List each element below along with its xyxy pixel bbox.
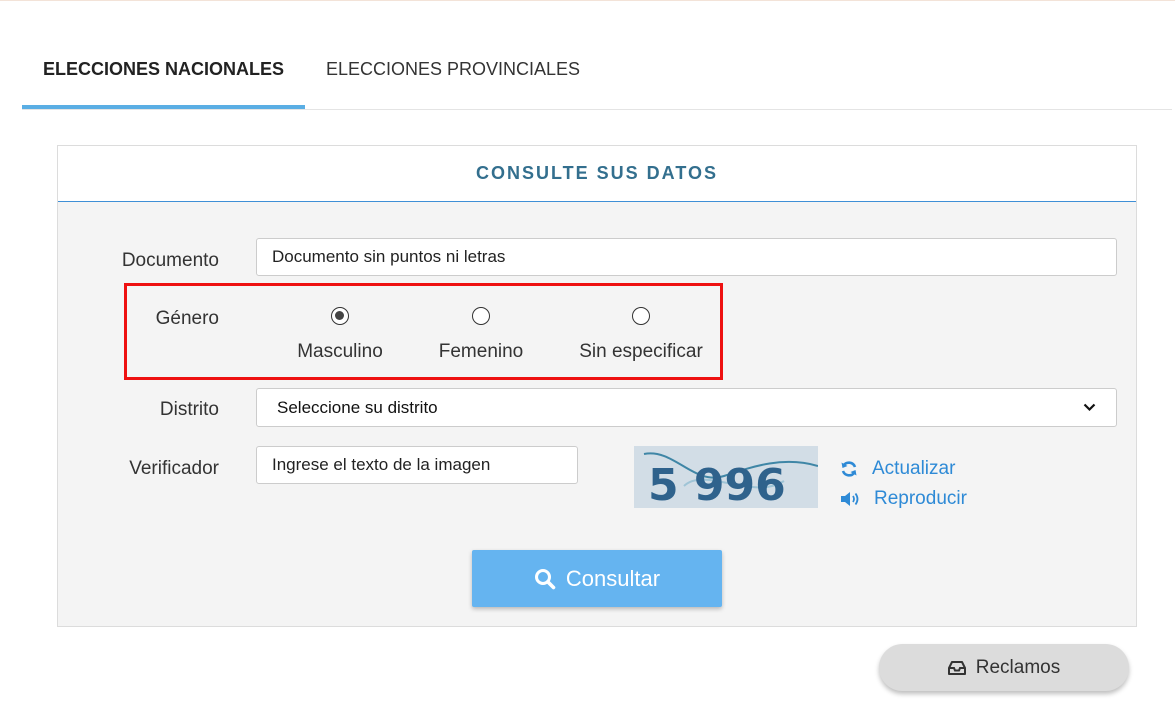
tab-elecciones-nacionales[interactable]: ELECCIONES NACIONALES [22, 30, 305, 109]
actualizar-link[interactable]: Actualizar [840, 458, 955, 480]
reproducir-label: Reproducir [874, 488, 967, 509]
radio-sin-especificar[interactable]: Sin especificar [571, 307, 711, 367]
inbox-icon [947, 660, 966, 675]
documento-input[interactable]: Documento sin puntos ni letras [256, 238, 1117, 276]
volume-icon [841, 492, 859, 506]
reproducir-link[interactable]: Reproducir [840, 488, 967, 510]
reclamos-label: Reclamos [975, 656, 1061, 678]
panel-title: CONSULTE SUS DATOS [475, 163, 718, 183]
radio-button[interactable] [472, 307, 490, 325]
radio-label-sin-especificar: Sin especificar [579, 341, 703, 362]
consultar-button[interactable]: Consultar [472, 550, 722, 607]
radio-label-masculino: Masculino [297, 341, 383, 362]
top-divider [0, 0, 1175, 1]
radio-button[interactable] [632, 307, 650, 325]
distrito-selected-value: Seleccione su distrito [277, 397, 438, 417]
consultar-label: Consultar [565, 565, 661, 591]
documento-label: Documento [121, 250, 219, 271]
reclamos-button[interactable]: Reclamos [879, 644, 1129, 691]
radio-button-checked[interactable] [331, 307, 349, 325]
radio-label-femenino: Femenino [438, 341, 524, 362]
actualizar-label: Actualizar [872, 458, 956, 479]
captcha-image: 5 996 [634, 446, 818, 508]
search-icon [534, 568, 556, 589]
distrito-label: Distrito [159, 399, 219, 420]
verificador-input[interactable]: Ingrese el texto de la imagen [256, 446, 578, 484]
chevron-down-icon [1083, 403, 1096, 412]
radio-masculino[interactable]: Masculino [290, 307, 390, 367]
verificador-label: Verificador [129, 458, 219, 479]
captcha-text: 5 996 [648, 460, 786, 508]
election-tabs: ELECCIONES NACIONALES ELECCIONES PROVINC… [22, 30, 1172, 110]
refresh-icon [841, 461, 857, 477]
distrito-select[interactable]: Seleccione su distrito [256, 388, 1117, 427]
genero-label: Género [155, 308, 219, 329]
panel-header: CONSULTE SUS DATOS [58, 146, 1136, 202]
radio-femenino[interactable]: Femenino [431, 307, 531, 367]
tab-elecciones-provinciales[interactable]: ELECCIONES PROVINCIALES [305, 30, 601, 109]
